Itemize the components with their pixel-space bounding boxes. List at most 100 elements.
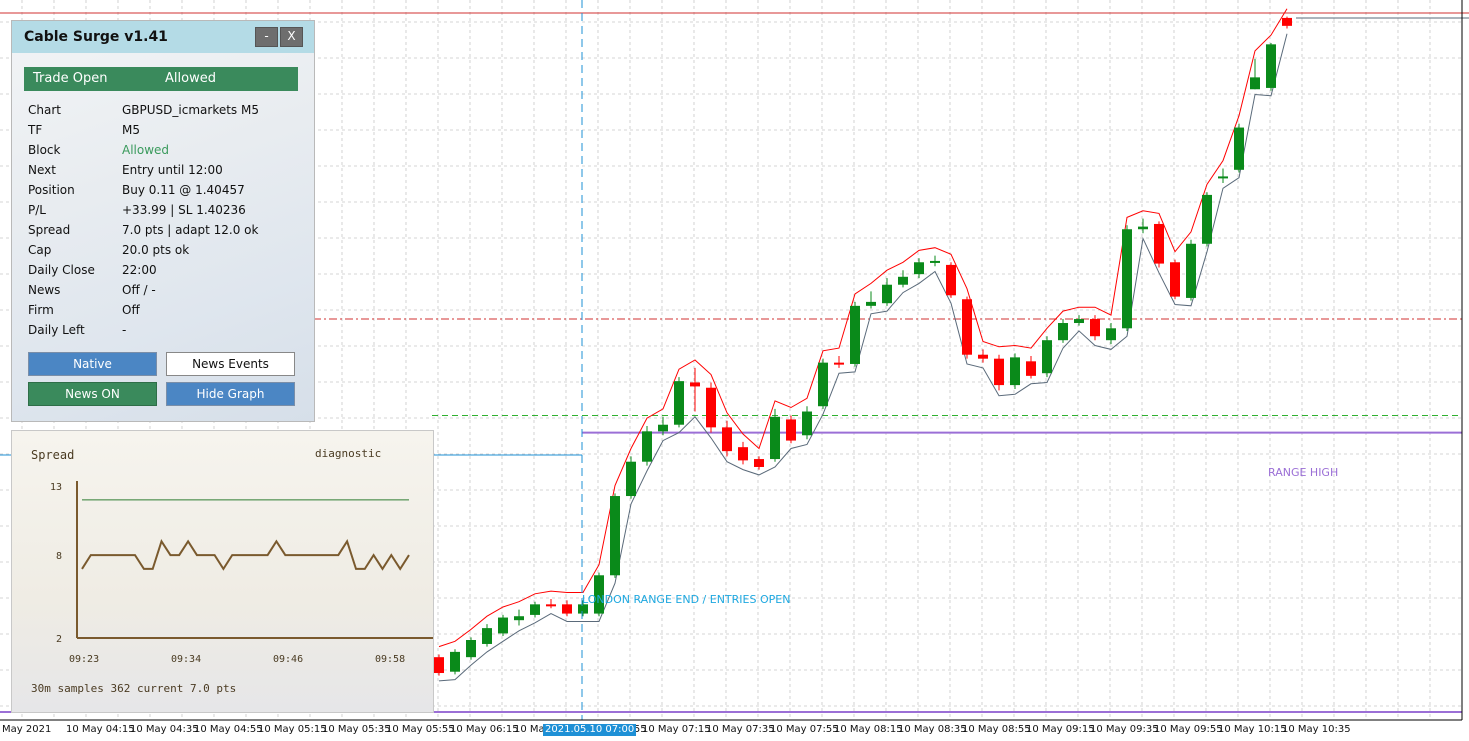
candle-body xyxy=(1138,226,1148,230)
candle-body xyxy=(546,604,556,607)
info-row-label: Block xyxy=(28,143,61,157)
info-row-label: Spread xyxy=(28,223,71,237)
time-axis-label: 10 May 08:35 xyxy=(898,724,967,735)
candle-body xyxy=(1154,223,1164,264)
spread-y-tick: 8 xyxy=(56,551,62,562)
candle-body xyxy=(482,628,492,644)
ea-control-panel: Cable Surge v1.41 - X Trade Open Allowed… xyxy=(11,20,315,422)
candle-body xyxy=(946,264,956,296)
info-row-value: Entry until 12:00 xyxy=(122,163,223,177)
candlestick-series xyxy=(434,16,1292,676)
info-row-value: Allowed xyxy=(122,143,170,157)
candle-body xyxy=(898,276,908,285)
news-events-button[interactable]: News Events xyxy=(166,352,295,376)
candle-body xyxy=(1186,243,1196,298)
hide-graph-button[interactable]: Hide Graph xyxy=(166,382,295,406)
info-row-label: P/L xyxy=(28,203,46,217)
candle-body xyxy=(1058,323,1068,341)
panel-header[interactable]: Cable Surge v1.41 - X xyxy=(12,21,314,53)
crosshair-time-label: 2021.05.10 07:00 xyxy=(543,724,637,736)
candle-body xyxy=(1074,319,1084,324)
native-button[interactable]: Native xyxy=(28,352,157,376)
info-row-label: Daily Left xyxy=(28,323,85,337)
time-axis-label: 10 May 09:35 xyxy=(1090,724,1159,735)
candle-body xyxy=(1218,176,1228,179)
candle-body xyxy=(626,461,636,497)
spread-x-tick: 09:23 xyxy=(69,654,99,665)
spread-x-tick: 09:34 xyxy=(171,654,201,665)
info-row-label: TF xyxy=(28,123,43,137)
minimize-button[interactable]: - xyxy=(255,27,278,47)
news-on-button[interactable]: News ON xyxy=(28,382,157,406)
info-row-label: Chart xyxy=(28,103,61,117)
candle-body xyxy=(738,447,748,461)
candle-body xyxy=(434,657,444,674)
info-row-label: Position xyxy=(28,183,75,197)
info-row-value: 20.0 pts ok xyxy=(122,243,190,257)
candle-body xyxy=(882,284,892,304)
candle-body xyxy=(914,262,924,275)
candle-body xyxy=(1090,319,1100,337)
candle-body xyxy=(690,382,700,387)
time-axis-label: 10 May 07:15 xyxy=(642,724,711,735)
candle-body xyxy=(802,411,812,436)
candle-body xyxy=(642,431,652,462)
candle-body xyxy=(1234,127,1244,170)
candle-body xyxy=(498,617,508,634)
candle-body xyxy=(866,301,876,306)
time-axis-label: 10 May 07:55 xyxy=(770,724,839,735)
time-axis-label: 10 May 10:35 xyxy=(1282,724,1351,735)
info-row-value: +33.99 | SL 1.40236 xyxy=(122,203,246,217)
spread-x-tick: 09:46 xyxy=(273,654,303,665)
trade-status-value: Allowed xyxy=(165,71,216,86)
trade-status-label: Trade Open xyxy=(33,71,108,86)
candle-body xyxy=(610,496,620,576)
info-row-value: 22:00 xyxy=(122,263,157,277)
info-row-value: Off / - xyxy=(122,283,156,297)
time-axis-label: 10 May 04:35 xyxy=(130,724,199,735)
candle-body xyxy=(658,424,668,432)
candle-body xyxy=(1250,77,1260,90)
panel-title: Cable Surge v1.41 xyxy=(24,29,168,45)
info-row-label: News xyxy=(28,283,61,297)
candle-body xyxy=(818,362,828,407)
trade-status-bar: Trade Open Allowed xyxy=(24,67,298,91)
info-row-value: Off xyxy=(122,303,140,317)
candle-body xyxy=(786,419,796,441)
info-row-value: Buy 0.11 @ 1.40457 xyxy=(122,183,245,197)
time-axis-label: May 2021 xyxy=(2,724,52,735)
candle-body xyxy=(1266,44,1276,88)
candle-body xyxy=(1042,340,1052,374)
info-row-label: Firm xyxy=(28,303,54,317)
candle-body xyxy=(450,651,460,672)
info-row-value: 7.0 pts | adapt 12.0 ok xyxy=(122,223,259,237)
candle-body xyxy=(1010,357,1020,386)
spread-graph-panel: Spread diagnostic 13 8 2 09:23 09:34 09:46 09:… xyxy=(11,430,434,713)
info-row-value: - xyxy=(122,323,127,337)
range-high-label: RANGE HIGH xyxy=(1268,466,1339,479)
time-axis-label: 10 May 05:35 xyxy=(322,724,391,735)
close-button[interactable]: X xyxy=(280,27,303,47)
candle-body xyxy=(754,459,764,467)
spread-line-chart: 13 8 2 09:23 09:34 09:46 09:58 xyxy=(50,481,433,665)
info-row-label: Next xyxy=(28,163,56,177)
candle-body xyxy=(1202,194,1212,244)
candle-body xyxy=(994,358,1004,386)
candle-body xyxy=(978,354,988,359)
time-axis-label: 10 May 08:55 xyxy=(962,724,1031,735)
spread-y-tick: 2 xyxy=(56,634,62,645)
time-axis-label: 10 May 06:15 xyxy=(450,724,519,735)
candle-body xyxy=(1282,17,1292,26)
time-axis-label: 10 May 04:15 xyxy=(66,724,135,735)
candle-body xyxy=(834,362,844,365)
time-axis-label: 10 May 05:15 xyxy=(258,724,327,735)
info-row-label: Cap xyxy=(28,243,52,257)
candle-body xyxy=(706,387,716,428)
candle-body xyxy=(770,416,780,460)
candle-body xyxy=(514,616,524,621)
info-row-value: GBPUSD_icmarkets M5 xyxy=(122,103,259,117)
candle-body xyxy=(1170,262,1180,297)
time-axis-label: 10 May 05:55 xyxy=(386,724,455,735)
candle-body xyxy=(562,604,572,614)
time-axis-label: 10 May 08:15 xyxy=(834,724,903,735)
